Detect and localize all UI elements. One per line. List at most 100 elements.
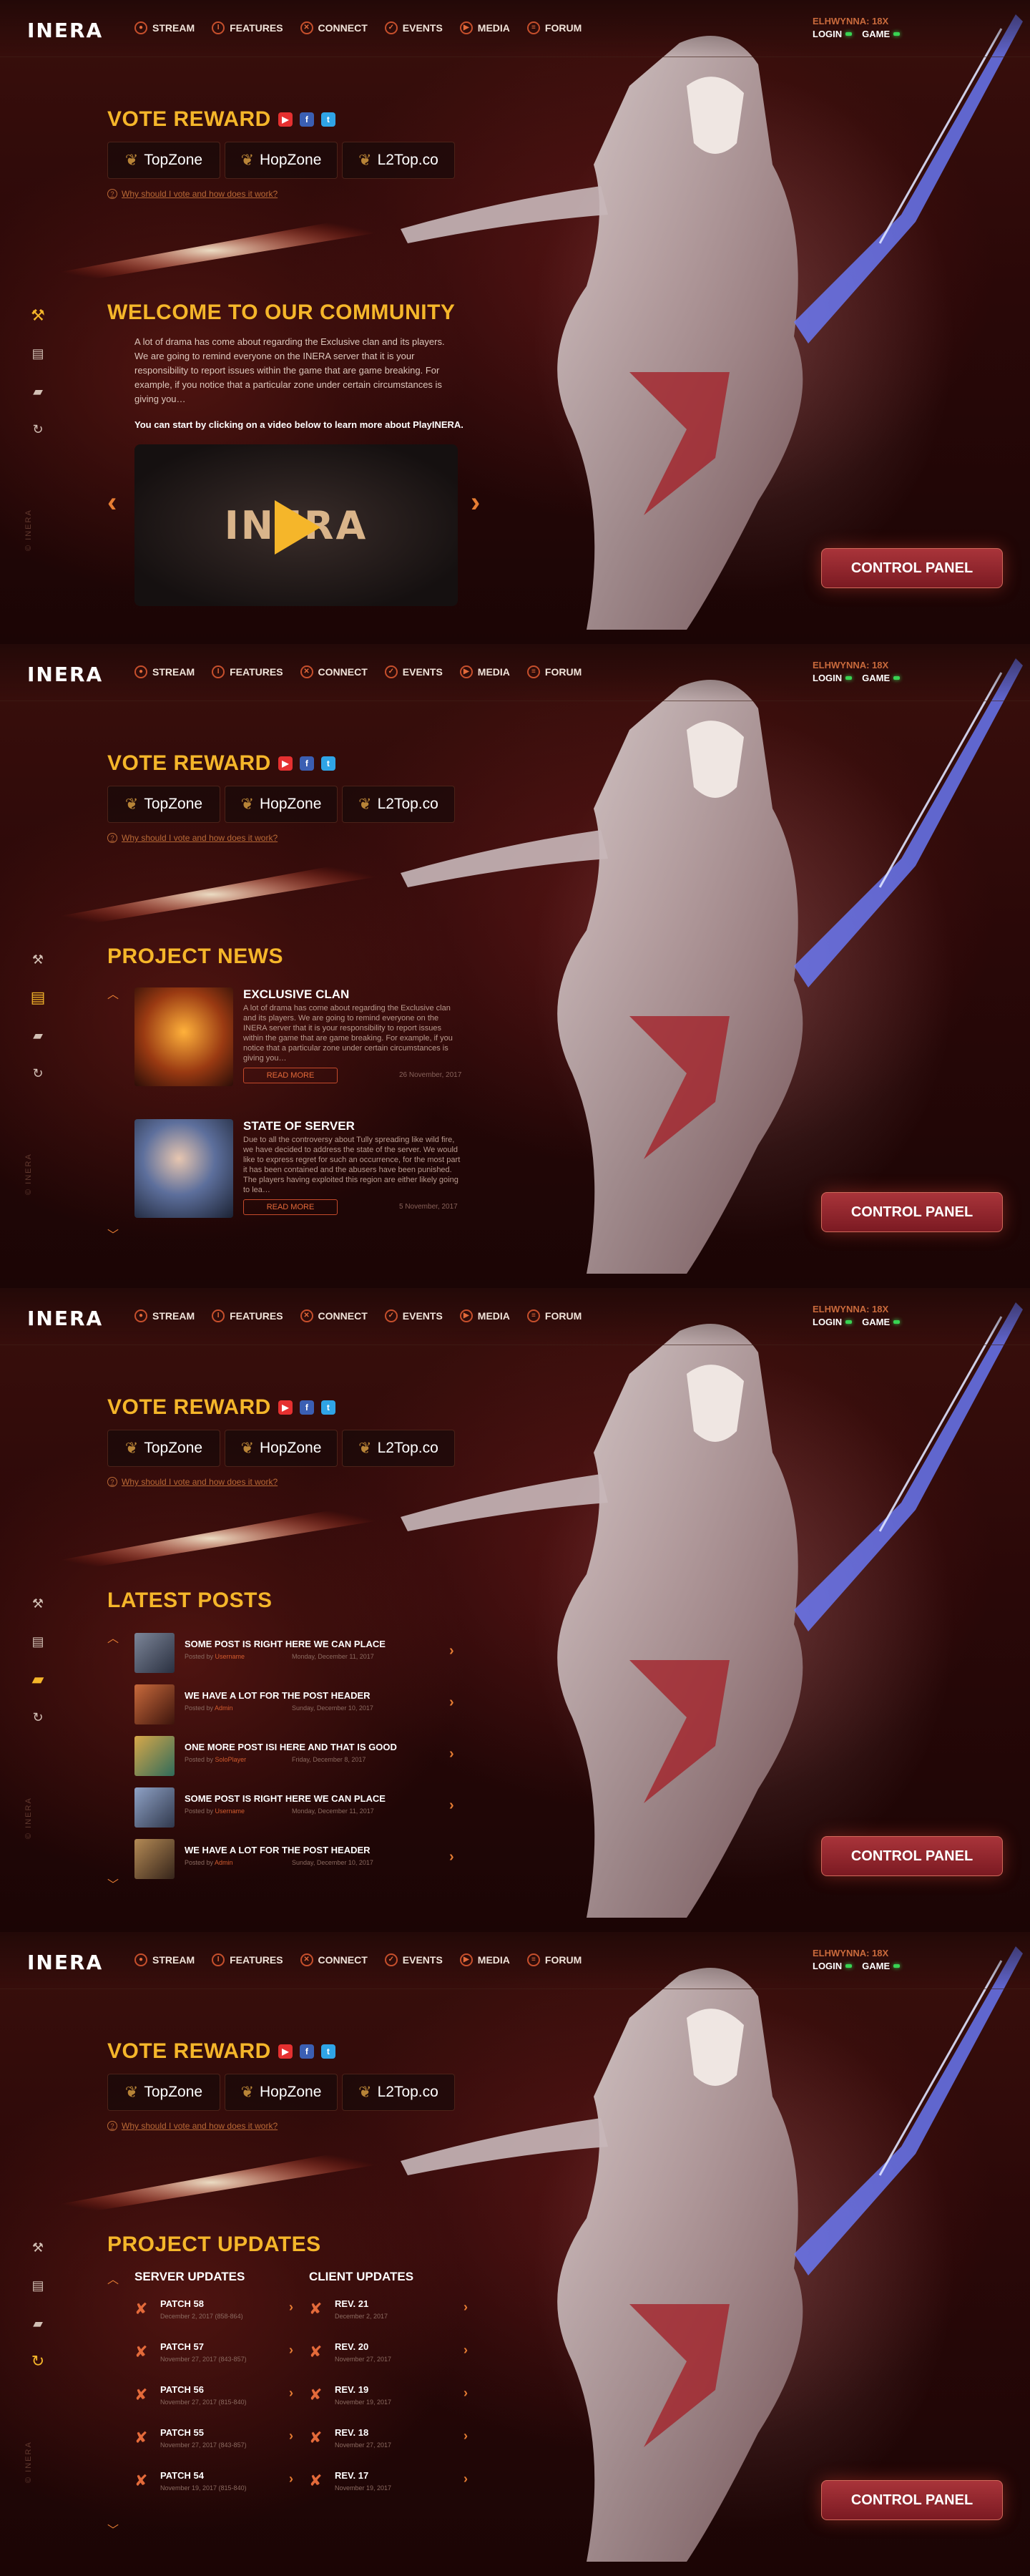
posts-icon[interactable]: ▰ (27, 382, 49, 401)
scroll-down-arrow[interactable]: ﹀ (107, 1225, 119, 1242)
vote-site-hopzone[interactable]: ❦ HopZone (225, 2074, 338, 2111)
vote-site-hopzone[interactable]: ❦ HopZone (225, 142, 338, 179)
vote-help-link[interactable]: ? Why should I vote and how does it work? (107, 1477, 455, 1487)
news-icon[interactable]: ▤ (27, 344, 49, 363)
post-row[interactable]: SOME POST IS RIGHT HERE WE CAN PLACE Pos… (134, 1631, 464, 1673)
vote-site-topzone[interactable]: ❦ TopZone (107, 142, 220, 179)
chevron-right-icon[interactable]: › (449, 1797, 454, 1814)
updates-icon[interactable]: ↻ (27, 2352, 49, 2371)
client-update-row[interactable]: ✘ REV. 17 November 19, 2017 › (309, 2466, 471, 2506)
vote-site-hopzone[interactable]: ❦ HopZone (225, 786, 338, 823)
vote-help-link[interactable]: ? Why should I vote and how does it work? (107, 189, 455, 199)
nav-events[interactable]: ✓ EVENTS (384, 1309, 443, 1322)
read-more-button[interactable]: READ MORE (243, 1068, 338, 1083)
vote-help-link[interactable]: ? Why should I vote and how does it work? (107, 833, 455, 843)
nav-media[interactable]: ▶ MEDIA (459, 1309, 510, 1322)
chevron-right-icon[interactable]: › (464, 2472, 468, 2487)
nav-media[interactable]: ▶ MEDIA (459, 665, 510, 678)
nav-media[interactable]: ▶ MEDIA (459, 21, 510, 34)
chevron-right-icon[interactable]: › (289, 2343, 293, 2358)
posts-icon[interactable]: ▰ (27, 2314, 49, 2333)
vote-site-l2top[interactable]: ❦ L2Top.co (342, 1430, 455, 1467)
server-update-row[interactable]: ✘ PATCH 57 November 27, 2017 (843-857) › (134, 2337, 296, 2377)
post-row[interactable]: ONE MORE POST ISI HERE AND THAT IS GOOD … (134, 1735, 464, 1776)
nav-events[interactable]: ✓ EVENTS (384, 21, 443, 34)
site-logo[interactable]: INERA (27, 19, 103, 42)
youtube-icon[interactable]: ▶ (278, 2044, 293, 2059)
posts-icon[interactable]: ▰ (27, 1026, 49, 1045)
vote-site-topzone[interactable]: ❦ TopZone (107, 1430, 220, 1467)
nav-forum[interactable]: ≡ FORUM (526, 1953, 582, 1966)
control-panel-button[interactable]: CONTROL PANEL (821, 1192, 1003, 1232)
news-title[interactable]: EXCLUSIVE CLAN (243, 987, 349, 1002)
intro-video[interactable]: INERA (134, 444, 458, 606)
nav-forum[interactable]: ≡ FORUM (526, 1309, 582, 1322)
nav-forum[interactable]: ≡ FORUM (526, 21, 582, 34)
chevron-right-icon[interactable]: › (449, 1746, 454, 1762)
vote-site-topzone[interactable]: ❦ TopZone (107, 786, 220, 823)
nav-features[interactable]: i FEATURES (212, 21, 283, 34)
nav-stream[interactable]: ● STREAM (134, 1309, 195, 1322)
vote-site-l2top[interactable]: ❦ L2Top.co (342, 142, 455, 179)
nav-forum[interactable]: ≡ FORUM (526, 665, 582, 678)
news-icon[interactable]: ▤ (27, 988, 49, 1007)
nav-events[interactable]: ✓ EVENTS (384, 665, 443, 678)
scroll-up-arrow[interactable]: ︿ (107, 1629, 119, 1646)
server-update-row[interactable]: ✘ PATCH 56 November 27, 2017 (815-840) › (134, 2380, 296, 2420)
client-update-row[interactable]: ✘ REV. 21 December 2, 2017 › (309, 2294, 471, 2334)
nav-events[interactable]: ✓ EVENTS (384, 1953, 443, 1966)
post-row[interactable]: SOME POST IS RIGHT HERE WE CAN PLACE Pos… (134, 1786, 464, 1828)
news-icon[interactable]: ▤ (27, 1632, 49, 1651)
chevron-right-icon[interactable]: › (289, 2472, 293, 2487)
nav-stream[interactable]: ● STREAM (134, 665, 195, 678)
community-icon[interactable]: ⚒ (27, 1594, 49, 1613)
chevron-right-icon[interactable]: › (449, 1643, 454, 1659)
nav-features[interactable]: i FEATURES (212, 1953, 283, 1966)
nav-stream[interactable]: ● STREAM (134, 1953, 195, 1966)
youtube-icon[interactable]: ▶ (278, 756, 293, 771)
updates-icon[interactable]: ↻ (27, 1708, 49, 1727)
nav-connect[interactable]: ✕ CONNECT (300, 665, 368, 678)
scroll-up-arrow[interactable]: ︿ (107, 2270, 119, 2287)
chevron-right-icon[interactable]: › (464, 2429, 468, 2444)
chevron-right-icon[interactable]: › (464, 2343, 468, 2358)
client-update-row[interactable]: ✘ REV. 19 November 19, 2017 › (309, 2380, 471, 2420)
vote-help-link[interactable]: ? Why should I vote and how does it work? (107, 2121, 455, 2131)
video-prev-arrow[interactable]: ‹ (107, 487, 117, 519)
community-icon[interactable]: ⚒ (27, 306, 49, 325)
server-update-row[interactable]: ✘ PATCH 58 December 2, 2017 (858-864) › (134, 2294, 296, 2334)
client-update-row[interactable]: ✘ REV. 20 November 27, 2017 › (309, 2337, 471, 2377)
nav-connect[interactable]: ✕ CONNECT (300, 1953, 368, 1966)
nav-stream[interactable]: ● STREAM (134, 21, 195, 34)
news-title[interactable]: STATE OF SERVER (243, 1119, 355, 1133)
site-logo[interactable]: INERA (27, 1307, 103, 1330)
facebook-icon[interactable]: f (299, 1400, 314, 1415)
control-panel-button[interactable]: CONTROL PANEL (821, 2480, 1003, 2520)
chevron-right-icon[interactable]: › (464, 2386, 468, 2401)
news-image[interactable] (134, 1119, 233, 1218)
youtube-icon[interactable]: ▶ (278, 1400, 293, 1415)
chevron-right-icon[interactable]: › (289, 2300, 293, 2315)
community-icon[interactable]: ⚒ (27, 2238, 49, 2257)
twitter-icon[interactable]: t (320, 756, 335, 771)
nav-features[interactable]: i FEATURES (212, 665, 283, 678)
site-logo[interactable]: INERA (27, 663, 103, 686)
news-image[interactable] (134, 987, 233, 1086)
facebook-icon[interactable]: f (299, 112, 314, 127)
vote-site-topzone[interactable]: ❦ TopZone (107, 2074, 220, 2111)
read-more-button[interactable]: READ MORE (243, 1199, 338, 1215)
posts-icon[interactable]: ▰ (27, 1670, 49, 1689)
vote-site-l2top[interactable]: ❦ L2Top.co (342, 786, 455, 823)
chevron-right-icon[interactable]: › (449, 1694, 454, 1711)
post-row[interactable]: WE HAVE A LOT FOR THE POST HEADER Posted… (134, 1683, 464, 1724)
client-update-row[interactable]: ✘ REV. 18 November 27, 2017 › (309, 2423, 471, 2463)
twitter-icon[interactable]: t (320, 2044, 335, 2059)
control-panel-button[interactable]: CONTROL PANEL (821, 1836, 1003, 1876)
post-row[interactable]: WE HAVE A LOT FOR THE POST HEADER Posted… (134, 1838, 464, 1879)
chevron-right-icon[interactable]: › (289, 2386, 293, 2401)
nav-connect[interactable]: ✕ CONNECT (300, 1309, 368, 1322)
site-logo[interactable]: INERA (27, 1951, 103, 1974)
scroll-down-arrow[interactable]: ﹀ (107, 2520, 119, 2537)
server-update-row[interactable]: ✘ PATCH 55 November 27, 2017 (843-857) › (134, 2423, 296, 2463)
community-icon[interactable]: ⚒ (27, 950, 49, 969)
